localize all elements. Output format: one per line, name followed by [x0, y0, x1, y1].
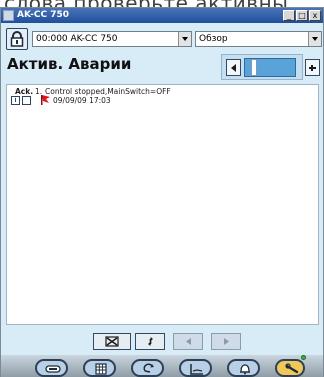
lock-button[interactable] [6, 28, 28, 50]
title-bar: AK-CC 750 _ □ x [1, 8, 323, 23]
alarm-timestamp: 09/09/09 17:03 [53, 96, 111, 105]
chevron-down-icon[interactable] [178, 32, 191, 46]
wrench-icon [285, 363, 299, 374]
controller-button[interactable] [35, 359, 68, 377]
previous-button[interactable] [173, 333, 203, 350]
info-icon[interactable]: i [11, 96, 20, 105]
service-button[interactable] [275, 359, 305, 377]
next-button[interactable] [211, 333, 241, 350]
status-led [301, 355, 306, 360]
slider-thumb[interactable] [251, 59, 257, 76]
refresh-icon [148, 337, 153, 346]
clear-icon [105, 336, 119, 347]
lock-icon [10, 31, 24, 47]
grid-icon [95, 363, 107, 375]
ack-label: Ack. [15, 87, 34, 96]
page-title: Актив. Аварии [7, 55, 132, 73]
app-window: AK-CC 750 _ □ x 00:000 AK-CC 750 Обзор А… [0, 7, 324, 377]
refresh-button[interactable] [135, 333, 165, 350]
arrow-left-icon [186, 338, 191, 345]
maximize-button[interactable]: □ [296, 10, 308, 21]
collapse-left-icon[interactable] [226, 59, 241, 76]
chart-button[interactable] [179, 359, 212, 377]
recycle-button[interactable] [131, 359, 164, 377]
controller-icon [45, 365, 61, 373]
expand-plus-icon[interactable] [305, 59, 320, 76]
minimize-button[interactable]: _ [283, 10, 295, 21]
bell-icon [240, 364, 250, 375]
view-select-value: Обзор [199, 34, 228, 44]
chart-icon [190, 364, 203, 375]
alarm-flag-icon [41, 95, 50, 105]
alarm-button[interactable] [227, 359, 260, 377]
app-icon [3, 10, 14, 21]
recycle-icon [143, 363, 154, 373]
window-title: AK-CC 750 [17, 10, 70, 20]
alarm-list: Ack. 1. Control stopped,MainSwitch=OFF i… [6, 84, 319, 325]
chevron-down-icon[interactable] [308, 32, 321, 46]
alarm-message[interactable]: Control stopped,MainSwitch=OFF [45, 87, 171, 96]
arrow-right-icon [224, 338, 229, 345]
clear-button[interactable] [93, 333, 131, 350]
close-button[interactable]: x [309, 10, 321, 21]
device-select-value: 00:000 AK-CC 750 [36, 34, 118, 44]
view-select[interactable]: Обзор [195, 31, 322, 47]
ack-checkbox[interactable] [22, 96, 31, 105]
grid-button[interactable] [83, 359, 116, 377]
device-select[interactable]: 00:000 AK-CC 750 [32, 31, 192, 47]
